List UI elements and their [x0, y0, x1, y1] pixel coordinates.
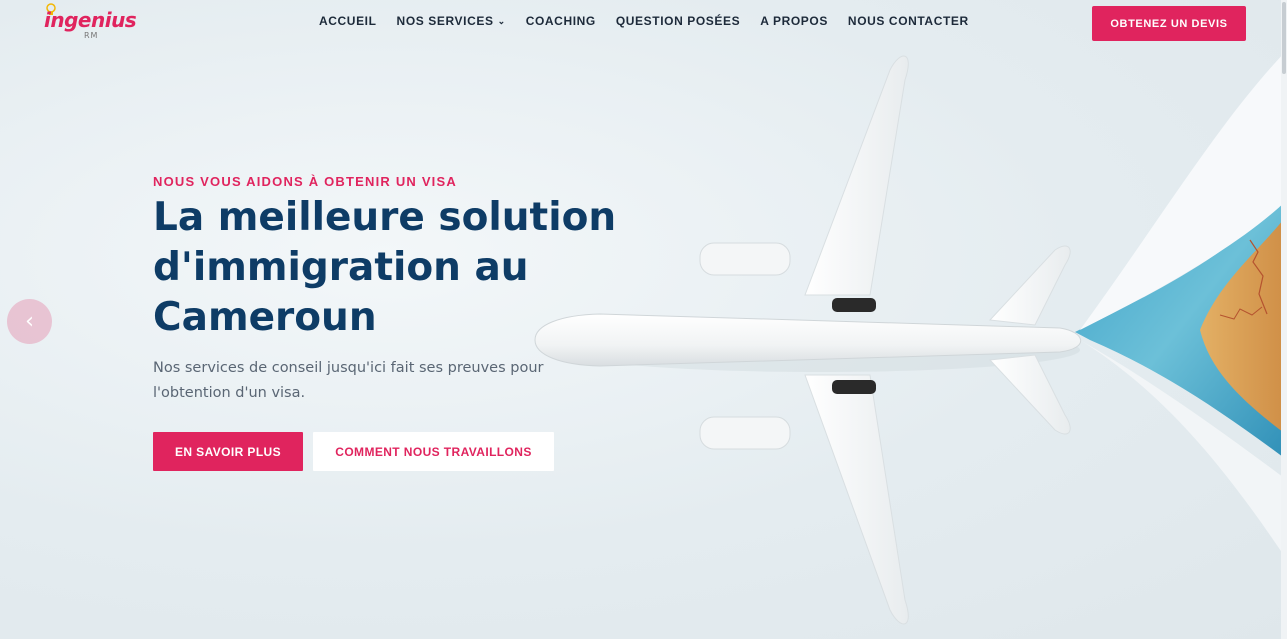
logo-text: ingenius [44, 8, 137, 32]
site-header: ingenius RM ACCUEIL NOS SERVICES ⌄ COACHI… [0, 0, 1287, 46]
nav-a-propos[interactable]: A PROPOS [760, 14, 828, 28]
chevron-down-icon: ⌄ [497, 15, 506, 26]
nav-label: A PROPOS [760, 14, 828, 28]
nav-label: COACHING [525, 14, 596, 28]
headline-line: Cameroun [153, 295, 377, 340]
scrollbar-thumb[interactable] [1282, 2, 1286, 74]
hero-eyebrow: NOUS VOUS AIDONS À OBTENIR UN VISA [153, 174, 457, 189]
nav-questions[interactable]: QUESTION POSÉES [616, 14, 740, 28]
hero-subtext: Nos services de conseil jusqu'ici fait s… [153, 356, 553, 406]
logo-subtext: RM [84, 31, 99, 40]
nav-contact[interactable]: NOUS CONTACTER [848, 14, 969, 28]
main-nav: ACCUEIL NOS SERVICES ⌄ COACHING QUESTION … [319, 14, 969, 28]
chevron-left-icon: ‹ [25, 309, 34, 334]
learn-more-button[interactable]: EN SAVOIR PLUS [153, 432, 303, 471]
subtext-line: l'obtention d'un visa. [153, 385, 306, 401]
page-scrollbar[interactable] [1281, 0, 1287, 639]
headline-line: La meilleure solution [153, 195, 617, 240]
nav-label: NOS SERVICES [396, 14, 494, 28]
airplane-map-illustration [534, 50, 1287, 625]
subtext-line: Nos services de conseil jusqu'ici fait s… [153, 360, 544, 376]
hero-headline: La meilleure solution d'immigration au C… [153, 193, 623, 343]
headline-line: d'immigration au [153, 245, 529, 290]
get-quote-button[interactable]: OBTENEZ UN DEVIS [1092, 6, 1246, 41]
nav-accueil[interactable]: ACCUEIL [319, 14, 377, 28]
nav-label: QUESTION POSÉES [615, 14, 741, 28]
nav-coaching[interactable]: COACHING [526, 14, 596, 28]
nav-nos-services[interactable]: NOS SERVICES ⌄ [397, 14, 506, 28]
logo[interactable]: ingenius RM [38, 2, 138, 42]
nav-label: NOUS CONTACTER [847, 14, 969, 28]
how-we-work-button[interactable]: COMMENT NOUS TRAVAILLONS [313, 432, 554, 471]
nav-label: ACCUEIL [319, 14, 377, 28]
slider-prev-button[interactable]: ‹ [7, 299, 52, 344]
